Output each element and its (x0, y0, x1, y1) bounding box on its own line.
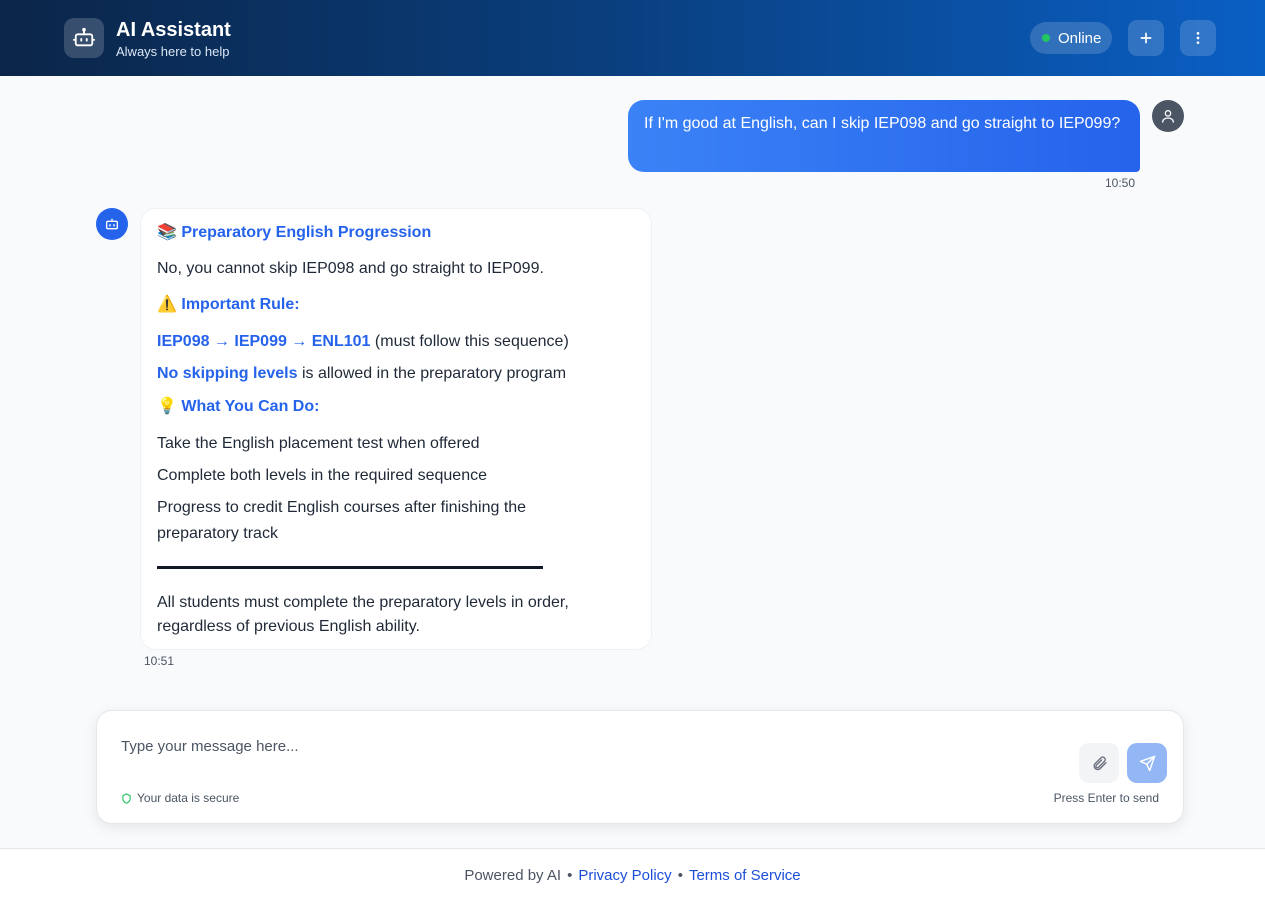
rule-heading: ⚠️ Important Rule: (157, 296, 300, 313)
send-hint: Press Enter to send (1053, 791, 1159, 805)
tip-item: Take the English placement test when off… (157, 435, 480, 452)
paperclip-icon (1093, 755, 1107, 770)
send-icon (1139, 755, 1155, 771)
more-vertical-icon (1196, 32, 1200, 44)
app-title: AI Assistant (116, 19, 231, 41)
tips-heading: 💡 What You Can Do: (157, 398, 320, 415)
page-footer: Powered by AI • Privacy Policy • Terms o… (0, 848, 1265, 901)
user-message: If I'm good at English, can I skip IEP09… (628, 100, 1140, 172)
status-badge: Online (1030, 22, 1112, 54)
tip-item: Progress to credit English courses after… (157, 499, 527, 516)
tip-item: Complete both levels in the required seq… (157, 467, 487, 484)
closing-text: All students must complete the preparato… (157, 594, 569, 611)
assistant-message-time: 10:51 (144, 654, 175, 668)
answer-text: No, you cannot skip IEP098 and go straig… (157, 260, 544, 277)
user-avatar (1152, 100, 1184, 132)
send-button[interactable] (1127, 743, 1167, 783)
privacy-policy-link[interactable]: Privacy Policy (578, 867, 671, 884)
plus-icon (1140, 32, 1152, 44)
user-icon (1162, 110, 1174, 123)
robot-icon (64, 18, 104, 58)
separator: • (567, 866, 573, 884)
closing-text-continued: regardless of previous English ability. (157, 618, 420, 635)
books-emoji: 📚 (157, 224, 177, 241)
lightbulb-emoji: 💡 (157, 398, 177, 415)
message-input[interactable] (121, 735, 1061, 757)
menu-button[interactable] (1180, 20, 1216, 56)
tip-item-continued: preparatory track (157, 525, 278, 542)
response-heading: 📚 Preparatory English Progression (157, 224, 432, 241)
app-header: AI Assistant Always here to help Online (0, 0, 1265, 76)
security-note: Your data is secure (121, 791, 239, 805)
warning-emoji: ⚠️ (157, 296, 177, 313)
shield-icon (122, 792, 131, 804)
status-label: Online (1058, 29, 1102, 47)
assistant-avatar (96, 208, 128, 240)
powered-by-text: Powered by AI (464, 866, 562, 884)
robot-icon (106, 218, 118, 230)
divider (157, 566, 543, 569)
app-subtitle: Always here to help (116, 44, 230, 59)
sequence-line: IEP098 → IEP099 → ENL101 (must follow th… (157, 333, 569, 350)
user-message-time: 10:50 (1105, 176, 1136, 190)
online-dot-icon (1042, 34, 1050, 42)
new-chat-button[interactable] (1128, 20, 1164, 56)
no-skip-line: No skipping levels is allowed in the pre… (157, 365, 567, 382)
course-sequence: IEP098 → IEP099 → ENL101 (157, 333, 371, 350)
message-composer: Your data is secure Press Enter to send (96, 710, 1184, 824)
attach-button[interactable] (1079, 743, 1119, 783)
terms-of-service-link[interactable]: Terms of Service (689, 867, 801, 884)
assistant-message: 📚 Preparatory English Progression No, yo… (140, 208, 652, 650)
separator: • (677, 866, 683, 884)
